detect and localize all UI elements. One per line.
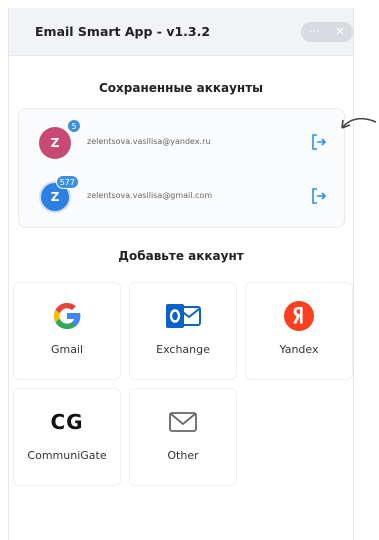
avatar-initial: Z	[50, 136, 60, 150]
add-account-heading: Добавьте аккаунт	[118, 249, 244, 263]
avatar-initial: Z	[50, 190, 60, 204]
title-bar: Email Smart App - v1.3.2 ··· ✕	[9, 8, 353, 56]
provider-label: Gmail	[50, 343, 84, 356]
account-email: zelentsova.vasilisa@yandex.ru	[87, 137, 211, 146]
saved-accounts-heading: Сохраненные аккаунты	[98, 81, 264, 95]
app-window: Email Smart App - v1.3.2 ··· ✕ Сохраненн…	[8, 8, 354, 540]
window-controls: ··· ✕	[301, 21, 353, 42]
envelope-icon	[169, 412, 197, 432]
saved-accounts-list: Z 5 zelentsova.vasilisa@yandex.ru Z 577 …	[18, 108, 345, 228]
logout-icon[interactable]	[310, 187, 328, 205]
yandex-icon	[284, 301, 314, 331]
account-row[interactable]: Z 577 zelentsova.vasilisa@gmail.com	[19, 169, 344, 221]
provider-label: Exchange	[156, 343, 210, 356]
close-icon[interactable]: ✕	[327, 22, 353, 42]
provider-label: CommuniGate	[27, 449, 107, 462]
communigate-icon: CG	[50, 410, 84, 434]
provider-label: Other	[167, 449, 199, 462]
unread-badge: 577	[55, 175, 79, 189]
provider-tile-exchange[interactable]: Exchange	[129, 282, 237, 380]
provider-tile-other[interactable]: Other	[129, 388, 237, 486]
provider-tile-communigate[interactable]: CG CommuniGate	[13, 388, 121, 486]
more-icon[interactable]: ···	[301, 22, 327, 42]
provider-tile-gmail[interactable]: Gmail	[13, 282, 121, 380]
avatar: Z 577	[39, 175, 79, 213]
annotation-arrow-icon	[341, 117, 377, 129]
provider-tile-yandex[interactable]: Yandex	[245, 282, 353, 380]
avatar: Z 5	[39, 119, 81, 159]
provider-label: Yandex	[279, 343, 319, 356]
unread-badge: 5	[67, 119, 81, 133]
account-email: zelentsova.vasilisa@gmail.com	[87, 191, 213, 200]
outlook-icon	[166, 304, 201, 328]
account-row[interactable]: Z 5 zelentsova.vasilisa@yandex.ru	[19, 115, 344, 167]
app-title: Email Smart App - v1.3.2	[35, 24, 211, 39]
google-g-icon	[54, 303, 81, 329]
